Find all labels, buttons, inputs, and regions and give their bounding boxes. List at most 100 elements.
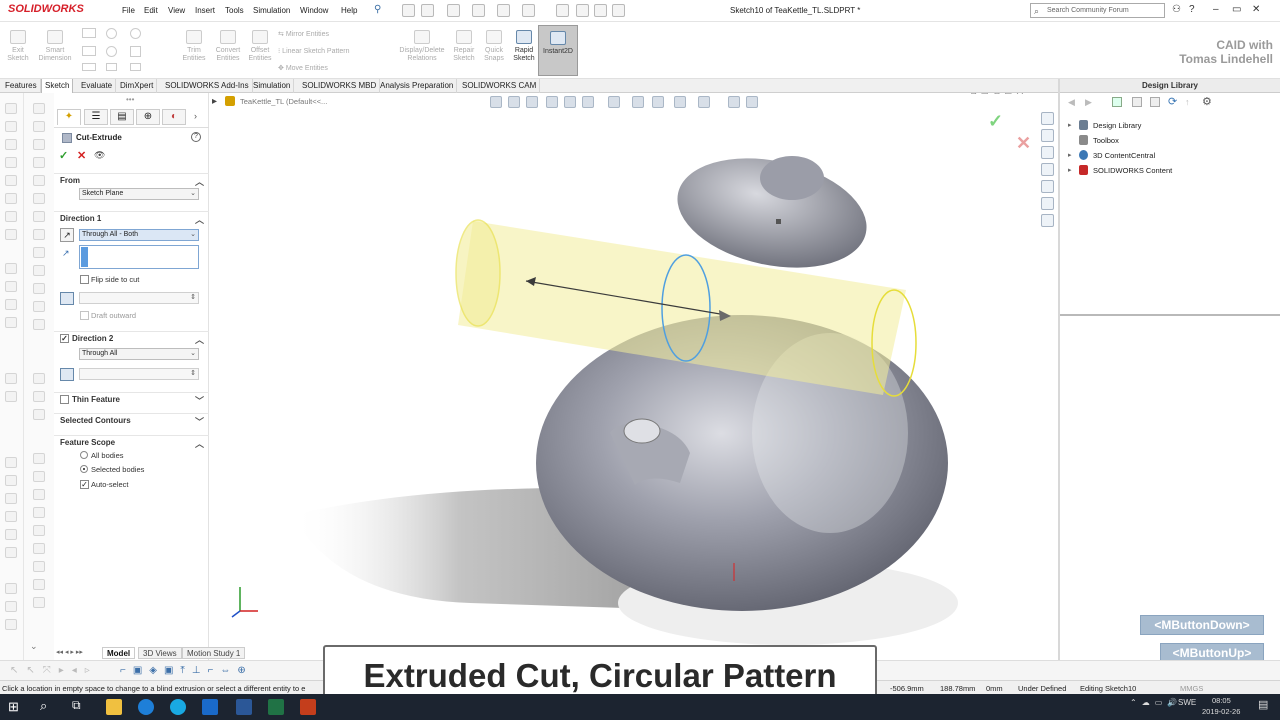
clock-time[interactable]: 08:05 bbox=[1212, 696, 1231, 705]
tab-dimxpert-manager-icon[interactable]: ⊕ bbox=[136, 109, 160, 125]
sketch-tool-icon[interactable] bbox=[5, 263, 17, 274]
save-icon[interactable] bbox=[472, 4, 485, 17]
tab-addins[interactable]: SOLIDWORKS Add-Ins bbox=[162, 79, 253, 93]
line-icon[interactable] bbox=[82, 28, 96, 38]
excel-icon[interactable] bbox=[268, 699, 284, 715]
direction2-dropdown[interactable]: Through All ⌄ bbox=[79, 348, 199, 360]
sketch-tool-icon[interactable] bbox=[33, 409, 45, 420]
sketch-tool-icon[interactable] bbox=[5, 547, 17, 558]
reverse-direction-icon[interactable]: ↗ bbox=[60, 228, 74, 242]
tab-dimxpert[interactable]: DimXpert bbox=[117, 79, 158, 93]
forum-icon[interactable] bbox=[1041, 214, 1054, 227]
fillet-icon[interactable] bbox=[106, 63, 117, 71]
smart-dimension-button[interactable]: Smart Dimension bbox=[36, 30, 74, 63]
sketch-tool-icon[interactable] bbox=[5, 139, 17, 150]
units-status[interactable]: MMGS bbox=[1180, 684, 1203, 693]
draft-toggle-icon[interactable] bbox=[60, 368, 74, 381]
sketch-tool-icon[interactable] bbox=[33, 597, 45, 608]
sketch-tool-icon[interactable] bbox=[5, 373, 17, 384]
cancel-x-icon[interactable]: ✕ bbox=[77, 149, 86, 162]
powerpoint-icon[interactable] bbox=[300, 699, 316, 715]
notifications-icon[interactable]: ▤ bbox=[1258, 698, 1268, 711]
sketch-tool-icon[interactable] bbox=[33, 525, 45, 536]
sketch-tool-icon[interactable] bbox=[33, 121, 45, 132]
tab-feature-manager-icon[interactable]: ✦ bbox=[57, 109, 81, 125]
drag-handle-icon[interactable]: ••• bbox=[126, 95, 134, 104]
sketch-tool-icon[interactable] bbox=[5, 157, 17, 168]
skype-icon[interactable] bbox=[170, 699, 186, 715]
options-gear-icon[interactable] bbox=[612, 4, 625, 17]
new-document-icon[interactable] bbox=[421, 4, 434, 17]
section-direction-1[interactable]: Direction 1 ︿ bbox=[54, 211, 209, 225]
open-icon[interactable] bbox=[447, 4, 460, 17]
pin-icon[interactable]: ⚲ bbox=[374, 4, 381, 15]
pane-splitter[interactable] bbox=[1060, 314, 1280, 316]
instant2d-button[interactable]: Instant2D bbox=[538, 25, 578, 76]
sketch-tool-icon[interactable] bbox=[33, 489, 45, 500]
sketch-tool-icon[interactable] bbox=[5, 299, 17, 310]
sketch-tool-icon[interactable] bbox=[33, 175, 45, 186]
tab-evaluate[interactable]: Evaluate bbox=[78, 79, 117, 93]
quick-snaps-button[interactable]: Quick Snaps bbox=[481, 30, 507, 63]
keyboard-language[interactable]: SWE bbox=[1178, 698, 1196, 707]
section-from[interactable]: From ︿ bbox=[54, 173, 209, 187]
sketch-tool-icon[interactable] bbox=[5, 583, 17, 594]
section-selected-contours[interactable]: Selected Contours ﹀ bbox=[54, 413, 209, 427]
sketch-tool-icon[interactable] bbox=[33, 453, 45, 464]
sketch-tool-icon[interactable] bbox=[33, 247, 45, 258]
rapid-sketch-button[interactable]: Rapid Sketch bbox=[510, 30, 538, 63]
text-icon[interactable] bbox=[130, 63, 141, 71]
tab-motion-study[interactable]: Motion Study 1 bbox=[182, 647, 246, 659]
menu-file[interactable]: File bbox=[122, 6, 135, 15]
design-library-icon[interactable] bbox=[1041, 129, 1054, 142]
expand-icon[interactable]: ▸ bbox=[1068, 121, 1072, 129]
polygon-icon[interactable] bbox=[130, 46, 141, 57]
menu-edit[interactable]: Edit bbox=[144, 6, 158, 15]
outlook-icon[interactable] bbox=[202, 699, 218, 715]
flip-side-checkbox[interactable] bbox=[80, 275, 89, 284]
menu-tools[interactable]: Tools bbox=[225, 6, 244, 15]
list-item[interactable]: ▸ SOLIDWORKS Content bbox=[1060, 163, 1280, 178]
system-tray-icons[interactable]: ⌃☁▭🔊 bbox=[1130, 698, 1182, 707]
sketch-tool-icon[interactable] bbox=[33, 265, 45, 276]
draft-angle-spinner-2[interactable]: ⇕ bbox=[79, 368, 199, 380]
help-icon[interactable]: ? bbox=[1189, 4, 1195, 15]
direction-selection-box[interactable] bbox=[79, 245, 199, 269]
add-file-location-icon[interactable] bbox=[1132, 97, 1142, 107]
sketch-tool-icon[interactable] bbox=[5, 317, 17, 328]
tab-nav-arrows[interactable]: ◂◂ ◂ ▸ ▸▸ bbox=[56, 648, 83, 656]
list-item[interactable]: ▸ 3D ContentCentral bbox=[1060, 148, 1280, 163]
sketch-tool-icon[interactable] bbox=[33, 283, 45, 294]
menu-view[interactable]: View bbox=[168, 6, 185, 15]
expand-icon[interactable]: ▸ bbox=[1068, 151, 1072, 159]
select-icon[interactable] bbox=[556, 4, 569, 17]
section-feature-scope[interactable]: Feature Scope ︿ bbox=[54, 435, 209, 449]
file-explorer-icon[interactable] bbox=[106, 699, 122, 715]
menu-insert[interactable]: Insert bbox=[195, 6, 215, 15]
create-new-folder-icon[interactable] bbox=[1150, 97, 1160, 107]
end-condition-dropdown[interactable]: Through All - Both ⌄ bbox=[79, 229, 199, 241]
rectangle-icon[interactable] bbox=[82, 46, 96, 56]
list-item[interactable]: ▸ Design Library bbox=[1060, 118, 1280, 133]
exit-sketch-button[interactable]: Exit Sketch bbox=[5, 30, 31, 63]
sketch-tool-icon[interactable] bbox=[5, 619, 17, 630]
add-to-library-icon[interactable] bbox=[1112, 97, 1122, 107]
home-icon[interactable] bbox=[402, 4, 415, 17]
sketch-tool-icon[interactable] bbox=[33, 103, 45, 114]
tab-mbd[interactable]: SOLIDWORKS MBD bbox=[299, 79, 381, 93]
tab-more-icon[interactable]: › bbox=[194, 111, 197, 121]
sketch-tool-icon[interactable] bbox=[33, 301, 45, 312]
tab-property-manager-icon[interactable]: ☰ bbox=[84, 109, 108, 125]
all-bodies-radio[interactable] bbox=[80, 451, 88, 459]
draft-angle-spinner[interactable]: ⇕ bbox=[79, 292, 199, 304]
undo-icon[interactable] bbox=[522, 4, 535, 17]
spline-icon[interactable] bbox=[82, 63, 96, 71]
relation-tools-row[interactable]: ⌐▣◈▣⤒⊥⌐⇔⊕ bbox=[120, 665, 253, 676]
direction2-checkbox[interactable]: ✓ bbox=[60, 334, 69, 343]
edge-browser-icon[interactable] bbox=[138, 699, 154, 715]
mirror-entities-button[interactable]: ⇆ Mirror Entities bbox=[278, 30, 329, 38]
sketch-tool-icon[interactable] bbox=[5, 493, 17, 504]
help-icon[interactable]: ? bbox=[191, 132, 201, 142]
sketch-tool-icon[interactable] bbox=[5, 391, 17, 402]
repair-sketch-button[interactable]: Repair Sketch bbox=[451, 30, 477, 63]
